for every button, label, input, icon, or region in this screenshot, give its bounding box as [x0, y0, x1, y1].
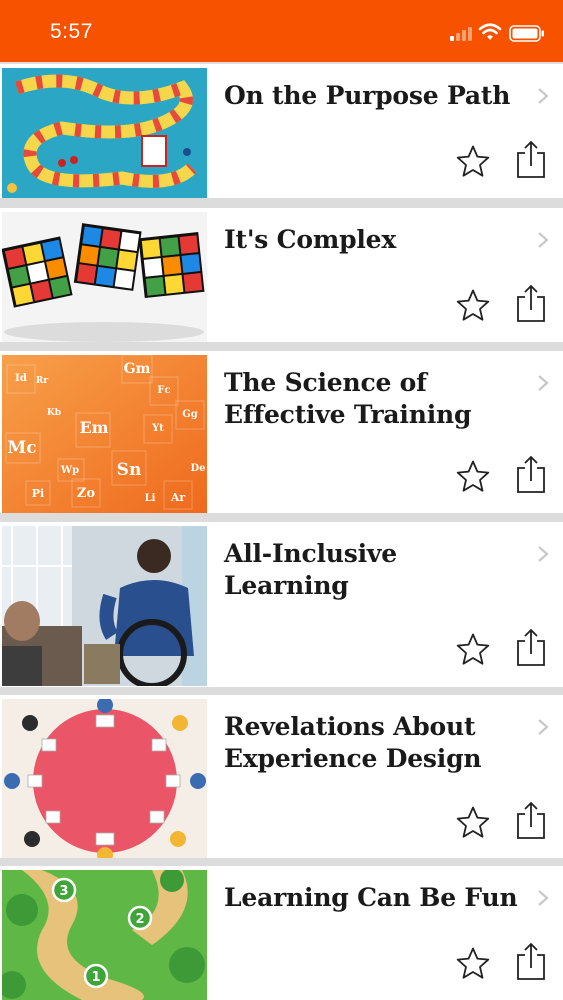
element-label: Pi: [32, 487, 44, 500]
element-label: Em: [79, 418, 108, 437]
element-label: Mc: [7, 438, 36, 458]
share-icon[interactable]: [514, 801, 548, 841]
course-title: Revelations About Experience Design: [224, 712, 482, 773]
element-label: Sn: [117, 460, 142, 480]
course-thumbnail: [2, 699, 207, 858]
star-outline-icon[interactable]: [455, 459, 491, 495]
element-label: Wp: [60, 465, 79, 476]
course-card[interactable]: It's Complex: [0, 208, 563, 342]
element-label: Zo: [77, 486, 95, 501]
element-label: Li: [145, 493, 156, 504]
course-title: The Science of Effective Training: [224, 368, 472, 429]
element-label: Fc: [157, 385, 170, 396]
element-label: Rr: [36, 376, 48, 386]
star-outline-icon[interactable]: [455, 288, 491, 324]
course-thumbnail: 3 2 1: [2, 870, 207, 1000]
chevron-right-icon: [538, 375, 549, 391]
status-time: 5:57: [50, 20, 93, 43]
course-thumbnail: [2, 526, 207, 686]
course-thumbnail: [2, 212, 207, 342]
element-label: Gm: [124, 361, 151, 377]
wheelchair-user-image: [2, 526, 207, 686]
element-label: Kb: [47, 408, 61, 418]
course-title: All-Inclusive Learning: [224, 539, 397, 600]
level-label: 1: [91, 970, 100, 985]
cellular-signal-icon: [450, 27, 472, 41]
element-label: Yt: [151, 423, 164, 434]
course-title: Learning Can Be Fun: [224, 883, 518, 912]
element-label: De: [190, 463, 205, 474]
course-title: It's Complex: [224, 225, 397, 254]
status-bar: 5:57: [0, 0, 563, 62]
course-card[interactable]: Gm Id Mc Em Sn Zo Pi Fc Gg Yt Ar Wp Kb R…: [0, 351, 563, 513]
rubiks-cubes-image: [2, 212, 207, 342]
level-label: 2: [135, 912, 144, 927]
course-card[interactable]: All-Inclusive Learning: [0, 522, 563, 687]
chevron-right-icon: [538, 546, 549, 562]
element-label: Ar: [170, 491, 186, 504]
course-thumbnail: [2, 68, 207, 198]
wifi-icon: [478, 23, 502, 40]
star-outline-icon[interactable]: [455, 632, 491, 668]
share-icon[interactable]: [514, 284, 548, 324]
element-label: Gg: [182, 409, 198, 420]
chevron-right-icon: [538, 719, 549, 735]
element-label: Id: [15, 373, 27, 384]
star-outline-icon[interactable]: [455, 144, 491, 180]
share-icon[interactable]: [514, 628, 548, 668]
board-game-image: [2, 68, 207, 198]
course-card[interactable]: 3 2 1 Learning Can Be Fun: [0, 866, 563, 1000]
round-table-image: [2, 699, 207, 858]
course-card[interactable]: Revelations About Experience Design: [0, 695, 563, 858]
course-thumbnail: Gm Id Mc Em Sn Zo Pi Fc Gg Yt Ar Wp Kb R…: [2, 355, 207, 513]
course-title: On the Purpose Path: [224, 81, 511, 110]
star-outline-icon[interactable]: [455, 946, 491, 982]
chevron-right-icon: [538, 232, 549, 248]
course-card[interactable]: On the Purpose Path: [0, 64, 563, 198]
game-map-image: 3 2 1: [2, 870, 207, 1000]
share-icon[interactable]: [514, 140, 548, 180]
share-icon[interactable]: [514, 942, 548, 982]
share-icon[interactable]: [514, 455, 548, 495]
chevron-right-icon: [538, 88, 549, 104]
periodic-table-image: Gm Id Mc Em Sn Zo Pi Fc Gg Yt Ar Wp Kb R…: [2, 355, 207, 513]
chevron-right-icon: [538, 890, 549, 906]
level-label: 3: [59, 884, 68, 899]
battery-icon: [509, 25, 544, 42]
star-outline-icon[interactable]: [455, 805, 491, 841]
